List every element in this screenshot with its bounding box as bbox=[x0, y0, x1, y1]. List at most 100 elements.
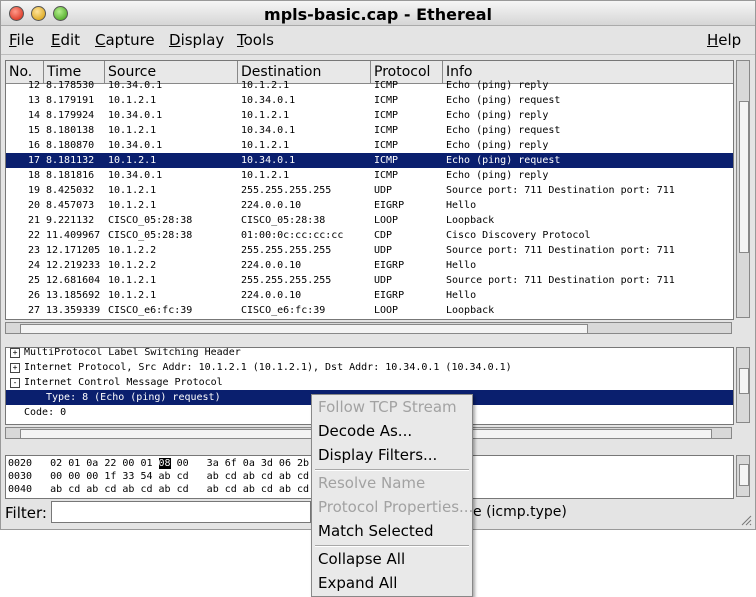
packet-cell-src: CISCO_05:28:38 bbox=[108, 230, 193, 241]
packet-cell-info: Echo (ping) reply bbox=[446, 110, 549, 121]
context-menu-item: Resolve Name bbox=[318, 474, 426, 492]
packet-row[interactable]: 12 8.178530 10.34.0.1 10.1.2.1 ICMP Echo (pin… bbox=[6, 78, 733, 93]
packet-cell-no: 19 bbox=[27, 185, 40, 196]
packet-row[interactable]: 16 8.180870 10.34.0.1 10.1.2.1 ICMP Echo (pin… bbox=[6, 138, 733, 153]
expand-icon[interactable]: + bbox=[10, 348, 20, 358]
menu-capture[interactable]: Capture bbox=[95, 31, 155, 49]
packet-cell-no: 16 bbox=[27, 140, 40, 151]
packet-cell-info: Source port: 711 Destination port: 711 bbox=[446, 275, 675, 286]
title-bar[interactable]: mpls-basic.cap - Ethereal bbox=[1, 1, 755, 26]
packet-row[interactable]: 21 9.221132 CISCO_05:28:38 CISCO_05:28:38 LO… bbox=[6, 213, 733, 228]
packet-cell-time: 8.457073 bbox=[46, 200, 95, 211]
packet-list-vscroll-thumb[interactable] bbox=[739, 101, 749, 253]
packet-cell-no: 22 bbox=[27, 230, 40, 241]
packet-bytes-vscroll[interactable] bbox=[736, 455, 750, 497]
tree-row-label: MultiProtocol Label Switching Header bbox=[24, 347, 241, 358]
packet-cell-dst: 01:00:0c:cc:cc:cc bbox=[241, 230, 344, 241]
context-menu-separator bbox=[315, 545, 469, 547]
packet-cell-src: 10.34.0.1 bbox=[108, 170, 163, 181]
packet-cell-info: Echo (ping) reply bbox=[446, 170, 549, 181]
packet-list-hscroll[interactable] bbox=[5, 322, 732, 334]
packet-cell-proto: ICMP bbox=[374, 170, 399, 181]
packet-cell-info: Source port: 711 Destination port: 711 bbox=[446, 245, 675, 256]
packet-cell-no: 26 bbox=[27, 290, 40, 301]
packet-cell-proto: ICMP bbox=[374, 155, 399, 166]
context-menu-item[interactable]: Expand All bbox=[318, 572, 397, 594]
packet-row[interactable]: 22 11.409967 CISCO_05:28:38 01:00:0c:cc:cc:… bbox=[6, 228, 733, 243]
packet-list[interactable]: No. Time Source Destination Protocol Inf… bbox=[5, 60, 734, 320]
packet-cell-dst: 255.255.255.255 bbox=[241, 245, 332, 256]
packet-row[interactable]: 13 8.179191 10.1.2.1 10.34.0.1 ICMP Echo (pin… bbox=[6, 93, 733, 108]
packet-cell-dst: 10.34.0.1 bbox=[241, 125, 296, 136]
packet-cell-dst: 224.0.0.10 bbox=[241, 260, 302, 271]
context-menu-item: Protocol Properties... bbox=[318, 498, 474, 516]
packet-details-vscroll[interactable] bbox=[736, 347, 750, 423]
packet-cell-proto: EIGRP bbox=[374, 290, 405, 301]
packet-cell-time: 8.179924 bbox=[46, 110, 95, 121]
packet-cell-info: Loopback bbox=[446, 305, 495, 316]
hex-highlight: 08 bbox=[158, 458, 171, 469]
packet-row[interactable]: 15 8.180138 10.1.2.1 10.34.0.1 ICMP Echo (pin… bbox=[6, 123, 733, 138]
menu-help[interactable]: Help bbox=[707, 31, 741, 49]
window-title: mpls-basic.cap - Ethereal bbox=[264, 5, 492, 24]
context-menu-item[interactable]: Collapse All bbox=[318, 548, 405, 570]
packet-cell-src: 10.1.2.1 bbox=[108, 125, 157, 136]
packet-row[interactable]: 25 12.681604 10.1.2.1 255.255.255.255 UDP Sou… bbox=[6, 273, 733, 288]
context-menu-item[interactable]: Display Filters... bbox=[318, 444, 437, 466]
packet-row[interactable]: 24 12.219233 10.1.2.2 224.0.0.10 EIGRP Hello bbox=[6, 258, 733, 273]
collapse-icon[interactable]: - bbox=[10, 378, 20, 388]
packet-cell-info: Hello bbox=[446, 200, 477, 211]
expand-icon[interactable]: + bbox=[10, 363, 20, 373]
packet-cell-proto: UDP bbox=[374, 245, 393, 256]
packet-cell-proto: ICMP bbox=[374, 110, 399, 121]
packet-cell-dst: 255.255.255.255 bbox=[241, 275, 332, 286]
filter-input[interactable] bbox=[51, 501, 311, 523]
context-menu-item: Follow TCP Stream bbox=[318, 398, 457, 416]
packet-cell-src: 10.1.2.2 bbox=[108, 260, 157, 271]
tree-row-label: Internet Protocol, Src Addr: 10.1.2.1 (1… bbox=[24, 362, 512, 373]
packet-row[interactable]: 18 8.181816 10.34.0.1 10.1.2.1 ICMP Echo (pin… bbox=[6, 168, 733, 183]
packet-cell-src: 10.34.0.1 bbox=[108, 140, 163, 151]
resize-grip-icon[interactable] bbox=[740, 514, 752, 526]
menu-edit[interactable]: Edit bbox=[51, 31, 80, 49]
tree-row[interactable]: + MultiProtocol Label Switching Header bbox=[6, 347, 733, 360]
packet-cell-info: Loopback bbox=[446, 215, 495, 226]
menu-tools[interactable]: Tools bbox=[237, 31, 274, 49]
packet-row[interactable]: 19 8.425032 10.1.2.1 255.255.255.255 UDP Sour… bbox=[6, 183, 733, 198]
packet-cell-src: 10.1.2.1 bbox=[108, 275, 157, 286]
packet-cell-time: 8.180870 bbox=[46, 140, 95, 151]
tree-row[interactable]: + Internet Protocol, Src Addr: 10.1.2.1 (… bbox=[6, 360, 733, 375]
tree-row-label: Code: 0 bbox=[24, 407, 67, 418]
packet-row[interactable]: 23 12.171205 10.1.2.2 255.255.255.255 UDP Sou… bbox=[6, 243, 733, 258]
context-menu: Follow TCP Stream Decode As... Display Fil… bbox=[311, 394, 473, 597]
packet-cell-proto: ICMP bbox=[374, 140, 399, 151]
packet-cell-dst: 10.34.0.1 bbox=[241, 155, 296, 166]
packet-cell-proto: EIGRP bbox=[374, 200, 405, 211]
packet-row[interactable]: 14 8.179924 10.34.0.1 10.1.2.1 ICMP Echo (pin… bbox=[6, 108, 733, 123]
packet-list-hscroll-thumb[interactable] bbox=[20, 324, 588, 334]
packet-cell-no: 25 bbox=[27, 275, 40, 286]
menu-file[interactable]: File bbox=[9, 31, 34, 49]
packet-cell-proto: ICMP bbox=[374, 95, 399, 106]
packet-row[interactable]: 20 8.457073 10.1.2.1 224.0.0.10 EIGRP Hello bbox=[6, 198, 733, 213]
packet-cell-no: 13 bbox=[27, 95, 40, 106]
packet-cell-info: Echo (ping) reply bbox=[446, 80, 549, 91]
packet-cell-time: 8.180138 bbox=[46, 125, 95, 136]
packet-list-vscroll[interactable] bbox=[736, 60, 750, 318]
packet-details-vscroll-thumb[interactable] bbox=[739, 368, 749, 394]
context-menu-item[interactable]: Match Selected bbox=[318, 520, 434, 542]
packet-bytes-vscroll-thumb[interactable] bbox=[739, 464, 749, 486]
packet-cell-info: Hello bbox=[446, 290, 477, 301]
packet-cell-dst: 255.255.255.255 bbox=[241, 185, 332, 196]
packet-row[interactable]: 17 8.181132 10.1.2.1 10.34.0.1 ICMP Echo (pin… bbox=[6, 153, 733, 168]
packet-row[interactable]: 27 13.359339 CISCO_e6:fc:39 CISCO_e6:fc:39 L… bbox=[6, 303, 733, 318]
packet-cell-no: 21 bbox=[27, 215, 40, 226]
packet-cell-src: 10.1.2.1 bbox=[108, 185, 157, 196]
packet-row[interactable]: 26 13.185692 10.1.2.1 224.0.0.10 EIGRP Hello bbox=[6, 288, 733, 303]
context-menu-item[interactable]: Decode As... bbox=[318, 420, 412, 442]
packet-cell-no: 24 bbox=[27, 260, 40, 271]
menu-display[interactable]: Display bbox=[169, 31, 224, 49]
packet-cell-time: 12.219233 bbox=[46, 260, 101, 271]
tree-row[interactable]: - Internet Control Message Protocol bbox=[6, 375, 733, 390]
packet-cell-time: 8.425032 bbox=[46, 185, 95, 196]
